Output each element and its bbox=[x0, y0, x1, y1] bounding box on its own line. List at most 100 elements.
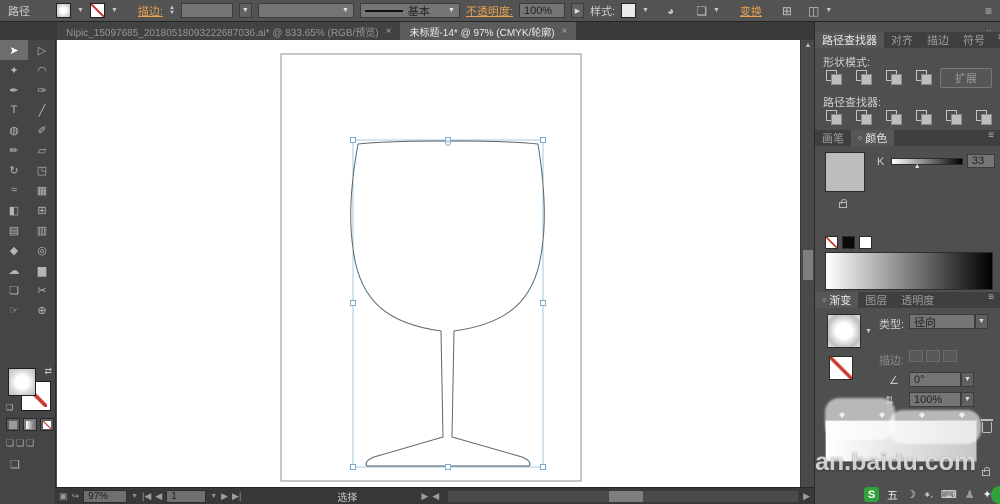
pathfinder-tab-4[interactable]: 符号 bbox=[956, 32, 992, 48]
shape-builder-tool[interactable]: ◧ bbox=[0, 200, 28, 220]
window-icon[interactable]: ▣ bbox=[59, 491, 68, 502]
horizontal-scroll-thumb[interactable] bbox=[609, 490, 644, 502]
trim-icon[interactable] bbox=[855, 110, 873, 125]
color-panel-menu-icon[interactable]: ≡ bbox=[982, 130, 1000, 146]
fill-dropdown-icon[interactable]: ▼ bbox=[77, 7, 84, 14]
none-swatch[interactable] bbox=[825, 236, 838, 249]
stroke-along-icon[interactable] bbox=[926, 350, 940, 362]
pathfinder-tab-2[interactable]: 对齐 bbox=[884, 32, 920, 48]
scroll-right-icon[interactable]: ▶ bbox=[803, 491, 810, 502]
stroke-dropdown-icon[interactable]: ▼ bbox=[111, 7, 118, 14]
magic-wand-tool[interactable]: ✦ bbox=[0, 60, 28, 80]
scroll-left-icon[interactable]: ◀ bbox=[432, 491, 439, 502]
opacity-dropdown-icon[interactable]: ▶ bbox=[570, 3, 584, 18]
transform-link[interactable]: 变换 bbox=[740, 3, 762, 19]
default-fill-stroke-icon[interactable]: ❏ bbox=[6, 403, 13, 412]
slice-tool[interactable]: ✂ bbox=[28, 280, 56, 300]
gradient-tab-2[interactable]: 图层 bbox=[858, 292, 894, 308]
blend-tool[interactable]: ◎ bbox=[28, 240, 56, 260]
horizontal-scrollbar[interactable] bbox=[447, 489, 800, 503]
white-swatch[interactable] bbox=[859, 236, 872, 249]
zoom-level-combo[interactable]: 97% bbox=[83, 489, 128, 503]
type-tool[interactable]: T bbox=[0, 100, 28, 120]
current-color-swatch[interactable] bbox=[825, 152, 865, 192]
select-similar-icon[interactable]: ❏ bbox=[696, 4, 707, 18]
minus-front-icon[interactable] bbox=[855, 70, 873, 85]
vertical-scrollbar[interactable]: ▲ bbox=[800, 40, 814, 487]
gradient-panel-menu-icon[interactable]: ≡ bbox=[982, 292, 1000, 308]
divide-icon[interactable] bbox=[825, 110, 843, 125]
document-tab-2[interactable]: 未标题-14* @ 97% (CMYK/轮廓) × bbox=[400, 22, 577, 40]
unite-icon[interactable] bbox=[825, 70, 843, 85]
pathfinder-tab-1[interactable]: 路径查找器 bbox=[815, 32, 884, 48]
gradient-stroke-indicator[interactable] bbox=[829, 356, 853, 380]
k-slider[interactable]: ▲ bbox=[891, 158, 963, 170]
minus-back-icon[interactable] bbox=[975, 110, 993, 125]
style-dropdown-icon[interactable]: ▼ bbox=[642, 7, 649, 14]
blob-brush-tool[interactable]: ◍ bbox=[0, 120, 28, 140]
pathfinder-panel-menu-icon[interactable]: ≡ bbox=[992, 32, 1000, 48]
gradient-aspect-dropdown-icon[interactable]: ▼ bbox=[961, 392, 974, 407]
keyboard-icon[interactable]: ⌨ bbox=[941, 488, 957, 501]
gradient-preset-dropdown-icon[interactable]: ▼ bbox=[865, 328, 872, 335]
gradient-aspect-combo[interactable]: 100% bbox=[909, 392, 961, 407]
canvas[interactable] bbox=[57, 40, 800, 487]
gradient-tab-3[interactable]: 透明度 bbox=[894, 292, 941, 308]
width-tool[interactable]: ≈ bbox=[0, 180, 28, 200]
gradient-angle-dropdown-icon[interactable]: ▼ bbox=[961, 372, 974, 387]
crop-icon[interactable] bbox=[915, 110, 933, 125]
stroke-panel-link[interactable]: 描边: bbox=[138, 3, 163, 19]
intersect-icon[interactable] bbox=[885, 70, 903, 85]
color-tab-1[interactable]: 画笔 bbox=[815, 130, 851, 146]
opacity-combo[interactable]: 100% bbox=[518, 3, 565, 18]
black-swatch[interactable] bbox=[842, 236, 855, 249]
exclude-icon[interactable] bbox=[915, 70, 933, 85]
pen-tool[interactable]: ✒ bbox=[0, 80, 28, 100]
punctuation-icon[interactable]: ∗, bbox=[924, 490, 933, 499]
merge-icon[interactable] bbox=[885, 110, 903, 125]
symbol-sprayer-tool[interactable]: ☁ bbox=[0, 260, 28, 280]
first-artboard-icon[interactable]: |◀ bbox=[142, 491, 151, 502]
close-icon[interactable]: × bbox=[562, 26, 568, 37]
opacity-link[interactable]: 不透明度: bbox=[466, 3, 513, 19]
draw-behind-icon[interactable]: ❏ bbox=[16, 438, 24, 449]
artboard-tool[interactable]: ❏ bbox=[0, 280, 28, 300]
draw-normal-icon[interactable]: ❏ bbox=[6, 438, 14, 449]
close-icon[interactable]: × bbox=[386, 26, 392, 37]
arrange-dropdown-icon[interactable]: ▼ bbox=[825, 7, 832, 14]
mesh-tool[interactable]: ▤ bbox=[0, 220, 28, 240]
prev-artboard-icon[interactable]: ◀ bbox=[155, 491, 162, 502]
trash-icon[interactable] bbox=[981, 419, 993, 433]
none-button[interactable] bbox=[40, 418, 54, 431]
gradient-button[interactable] bbox=[23, 418, 37, 431]
artboard-dropdown-icon[interactable]: ▼ bbox=[210, 493, 217, 500]
gradient-tab-1[interactable]: 渐变 bbox=[815, 292, 859, 308]
pathfinder-tab-3[interactable]: 描边 bbox=[920, 32, 956, 48]
rotate-tool[interactable]: ↻ bbox=[0, 160, 28, 180]
stroke-within-icon[interactable] bbox=[909, 350, 923, 362]
width-profile-dropdown-icon[interactable]: ▼ bbox=[338, 7, 349, 14]
grayscale-spectrum-ramp[interactable] bbox=[825, 252, 993, 290]
perspective-grid-tool[interactable]: ⊞ bbox=[28, 200, 56, 220]
scroll-up-icon[interactable]: ▲ bbox=[801, 42, 815, 49]
gradient-type-combo[interactable]: 径向 bbox=[909, 314, 975, 329]
paintbrush-tool[interactable]: ✐ bbox=[28, 120, 56, 140]
document-tab-1[interactable]: Nipic_15097685_20180518093222687036.ai* … bbox=[57, 22, 401, 40]
vertical-scroll-thumb[interactable] bbox=[803, 250, 813, 280]
next-artboard-icon[interactable]: ▶ bbox=[221, 491, 228, 502]
scroll-left-icon[interactable]: ▶ bbox=[421, 491, 428, 502]
stroke-color-swatch[interactable] bbox=[89, 3, 105, 18]
control-bar-menu-icon[interactable]: ≡ bbox=[985, 4, 992, 18]
gradient-preset-thumbnail[interactable] bbox=[827, 314, 861, 348]
fill-indicator-gradient[interactable] bbox=[8, 368, 36, 396]
expand-button[interactable]: 扩展 bbox=[940, 68, 992, 88]
recolor-artwork-icon[interactable]: ◕ bbox=[667, 4, 674, 18]
eraser-tool[interactable]: ▱ bbox=[28, 140, 56, 160]
wubi-mode-label[interactable]: 五 bbox=[887, 487, 898, 503]
stroke-across-icon[interactable] bbox=[943, 350, 957, 362]
stroke-width-combo[interactable] bbox=[180, 3, 233, 18]
k-value-field[interactable]: 33 bbox=[967, 154, 995, 168]
gradient-type-dropdown-icon[interactable]: ▼ bbox=[975, 314, 988, 329]
brush-definition-dropdown-icon[interactable]: ▼ bbox=[444, 7, 455, 14]
swap-fill-stroke-icon[interactable]: ⇄ bbox=[44, 366, 52, 377]
